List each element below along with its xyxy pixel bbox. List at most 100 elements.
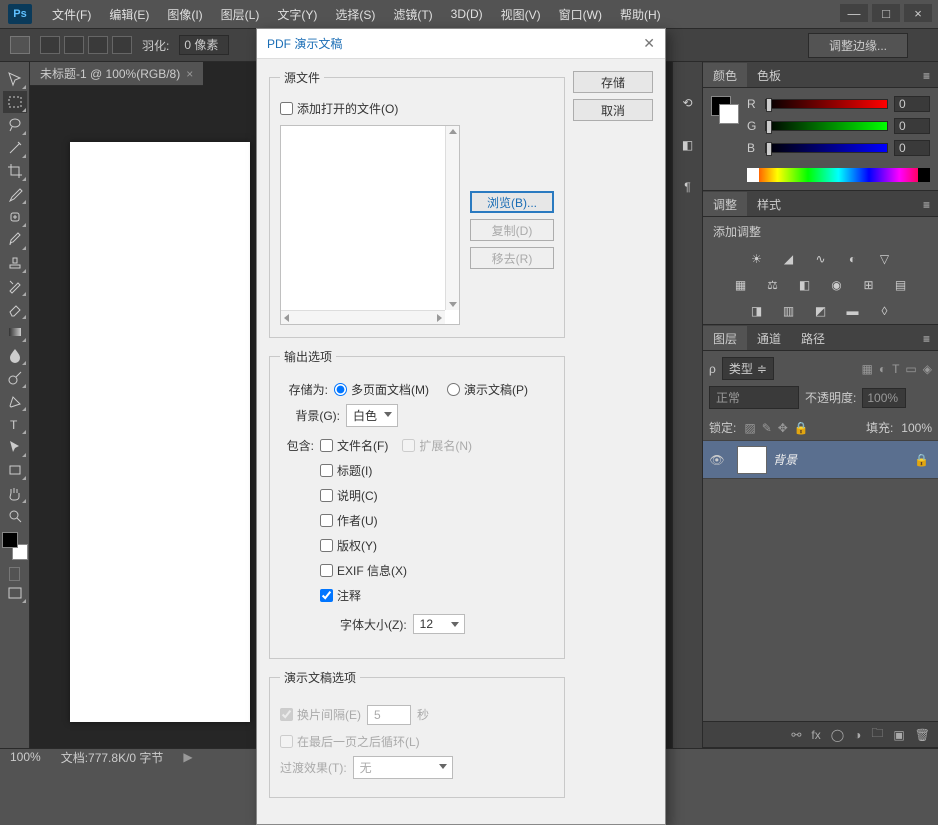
b-slider[interactable] bbox=[765, 143, 888, 153]
path-select-tool[interactable] bbox=[3, 436, 27, 458]
properties-panel-icon[interactable]: ◧ bbox=[677, 134, 699, 156]
panel-menu-icon[interactable]: ≡ bbox=[915, 65, 938, 87]
blur-tool[interactable] bbox=[3, 344, 27, 366]
quickmask-toggle[interactable] bbox=[9, 567, 20, 581]
tab-channels[interactable]: 通道 bbox=[747, 326, 791, 350]
filter-adjust-icon[interactable]: ◐ bbox=[879, 362, 886, 376]
feather-input[interactable]: 0 像素 bbox=[179, 35, 229, 55]
brightness-icon[interactable]: ☀ bbox=[747, 250, 767, 268]
title-checkbox[interactable]: 标题(I) bbox=[320, 462, 472, 479]
layer-thumbnail[interactable] bbox=[737, 446, 767, 474]
menu-type[interactable]: 文字(Y) bbox=[269, 2, 325, 27]
canvas[interactable] bbox=[70, 142, 250, 722]
menu-help[interactable]: 帮助(H) bbox=[612, 2, 669, 27]
link-layers-icon[interactable]: ⚯ bbox=[791, 728, 801, 742]
dodge-tool[interactable] bbox=[3, 367, 27, 389]
minimize-button[interactable]: — bbox=[840, 4, 868, 22]
filter-shape-icon[interactable]: ▭ bbox=[905, 362, 916, 376]
layer-row[interactable]: 👁 背景 🔒 bbox=[703, 441, 938, 479]
levels-icon[interactable]: ◢ bbox=[779, 250, 799, 268]
character-panel-icon[interactable]: ¶ bbox=[677, 176, 699, 198]
close-tab-icon[interactable]: × bbox=[186, 67, 193, 81]
new-layer-icon[interactable]: ▣ bbox=[893, 728, 904, 742]
layer-name[interactable]: 背景 bbox=[773, 451, 914, 468]
filter-type-icon[interactable]: T bbox=[892, 362, 899, 376]
panel-menu-icon[interactable]: ≡ bbox=[915, 194, 938, 216]
tab-layers[interactable]: 图层 bbox=[703, 326, 747, 350]
marquee-add-icon[interactable] bbox=[64, 36, 84, 54]
eyedropper-tool[interactable] bbox=[3, 183, 27, 205]
menu-filter[interactable]: 滤镜(T) bbox=[385, 2, 440, 27]
r-value[interactable]: 0 bbox=[894, 96, 930, 112]
g-slider[interactable] bbox=[765, 121, 888, 131]
close-button[interactable]: × bbox=[904, 4, 932, 22]
history-panel-icon[interactable]: ⟲ bbox=[677, 92, 699, 114]
visibility-icon[interactable]: 👁 bbox=[703, 453, 731, 467]
notes-checkbox[interactable]: 注释 bbox=[320, 587, 472, 604]
eraser-tool[interactable] bbox=[3, 298, 27, 320]
layer-filter-kind[interactable]: 类型≑ bbox=[722, 357, 774, 380]
tab-paths[interactable]: 路径 bbox=[791, 326, 835, 350]
threshold-icon[interactable]: ◩ bbox=[811, 302, 831, 320]
blend-mode-select[interactable]: 正常 bbox=[709, 386, 799, 409]
marquee-new-icon[interactable] bbox=[40, 36, 60, 54]
panel-menu-icon[interactable]: ≡ bbox=[915, 328, 938, 350]
remove-button[interactable]: 移去(R) bbox=[470, 247, 554, 269]
selective-color-icon[interactable]: ◊ bbox=[875, 302, 895, 320]
curves-icon[interactable]: ∿ bbox=[811, 250, 831, 268]
file-listbox[interactable] bbox=[280, 125, 460, 325]
lut-icon[interactable]: ▤ bbox=[891, 276, 911, 294]
marquee-intersect-icon[interactable] bbox=[112, 36, 132, 54]
screen-mode[interactable] bbox=[3, 582, 27, 604]
g-value[interactable]: 0 bbox=[894, 118, 930, 134]
invert-icon[interactable]: ◨ bbox=[747, 302, 767, 320]
opacity-input[interactable]: 100% bbox=[862, 388, 906, 408]
bw-icon[interactable]: ◧ bbox=[795, 276, 815, 294]
spectrum-ramp[interactable] bbox=[747, 168, 930, 182]
duplicate-button[interactable]: 复制(D) bbox=[470, 219, 554, 241]
panel-color-swatch[interactable] bbox=[711, 96, 739, 124]
menu-select[interactable]: 选择(S) bbox=[327, 2, 383, 27]
lock-position-icon[interactable]: ✥ bbox=[778, 421, 788, 435]
multipage-radio[interactable]: 多页面文档(M) bbox=[334, 381, 429, 398]
move-tool[interactable] bbox=[3, 68, 27, 90]
vertical-scrollbar[interactable] bbox=[445, 126, 459, 310]
presentation-radio[interactable]: 演示文稿(P) bbox=[447, 381, 528, 398]
author-checkbox[interactable]: 作者(U) bbox=[320, 512, 472, 529]
lock-all-icon[interactable]: 🔒 bbox=[794, 421, 809, 435]
vibrance-icon[interactable]: ▽ bbox=[875, 250, 895, 268]
photo-filter-icon[interactable]: ◉ bbox=[827, 276, 847, 294]
copyright-checkbox[interactable]: 版权(Y) bbox=[320, 537, 472, 554]
tab-swatches[interactable]: 色板 bbox=[747, 63, 791, 87]
browse-button[interactable]: 浏览(B)... bbox=[470, 191, 554, 213]
zoom-level[interactable]: 100% bbox=[10, 750, 41, 764]
group-icon[interactable]: 🗀 bbox=[871, 724, 883, 745]
marquee-tool[interactable] bbox=[3, 91, 27, 113]
maximize-button[interactable]: □ bbox=[872, 4, 900, 22]
filter-pixel-icon[interactable]: ▦ bbox=[861, 362, 872, 376]
brush-tool[interactable] bbox=[3, 229, 27, 251]
menu-view[interactable]: 视图(V) bbox=[493, 2, 549, 27]
lasso-tool[interactable] bbox=[3, 114, 27, 136]
tab-color[interactable]: 颜色 bbox=[703, 63, 747, 87]
horizontal-scrollbar[interactable] bbox=[281, 310, 445, 324]
r-slider[interactable] bbox=[765, 99, 888, 109]
history-brush-tool[interactable] bbox=[3, 275, 27, 297]
tool-preset-icon[interactable] bbox=[10, 36, 30, 54]
hand-tool[interactable] bbox=[3, 482, 27, 504]
marquee-subtract-icon[interactable] bbox=[88, 36, 108, 54]
exif-checkbox[interactable]: EXIF 信息(X) bbox=[320, 562, 472, 579]
refine-edge-button[interactable]: 调整边缘... bbox=[808, 33, 908, 58]
dialog-close-icon[interactable]: ✕ bbox=[643, 35, 655, 52]
dialog-titlebar[interactable]: PDF 演示文稿 ✕ bbox=[257, 29, 665, 59]
color-picker[interactable] bbox=[2, 532, 28, 560]
mask-icon[interactable]: ◯ bbox=[831, 728, 844, 742]
fill-input[interactable]: 100% bbox=[901, 421, 932, 435]
b-value[interactable]: 0 bbox=[894, 140, 930, 156]
healing-tool[interactable] bbox=[3, 206, 27, 228]
magic-wand-tool[interactable] bbox=[3, 137, 27, 159]
cancel-button[interactable]: 取消 bbox=[573, 99, 653, 121]
gradient-map-icon[interactable]: ▬ bbox=[843, 302, 863, 320]
add-open-files-input[interactable] bbox=[280, 102, 293, 115]
menu-3d[interactable]: 3D(D) bbox=[443, 3, 491, 25]
